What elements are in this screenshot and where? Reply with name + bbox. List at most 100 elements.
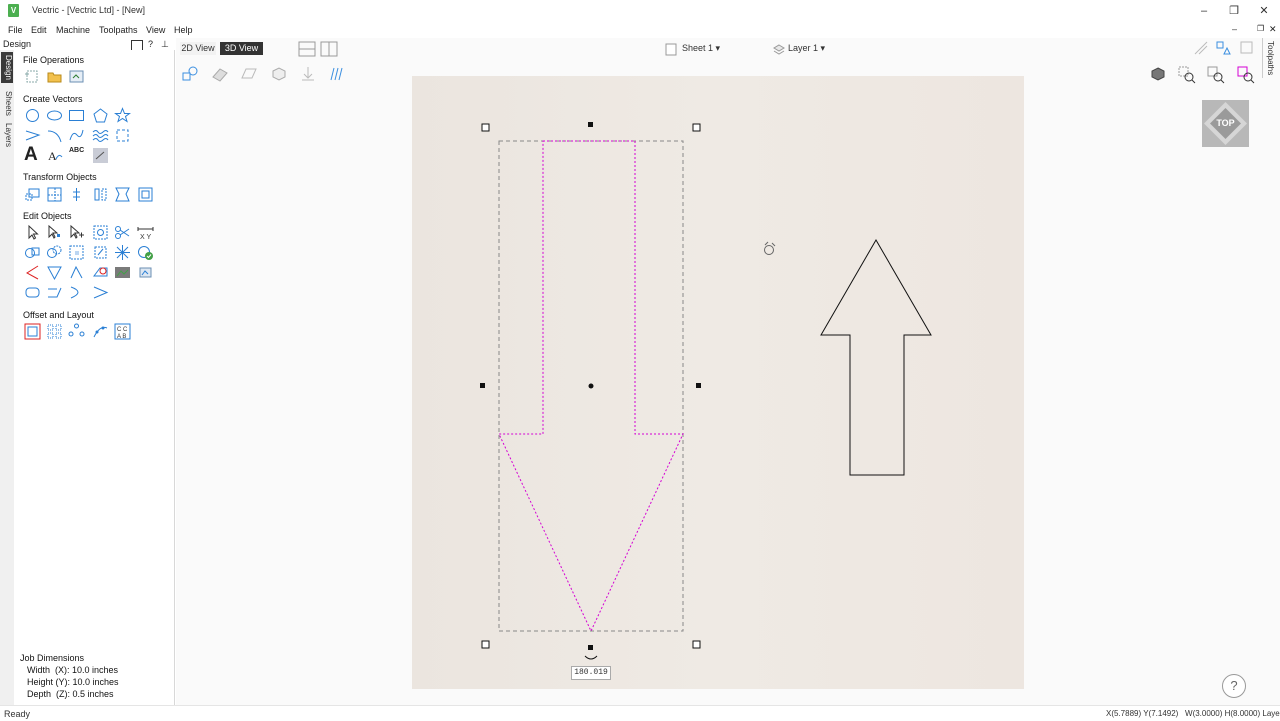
nesting-icon[interactable]: C CA B [114, 323, 131, 340]
tab-design[interactable]: Design [1, 52, 13, 83]
scale-object-icon[interactable] [68, 186, 85, 203]
draw-star-icon[interactable] [114, 107, 131, 124]
rounded-rect-icon[interactable] [24, 284, 41, 301]
draw-ellipse-icon[interactable] [46, 107, 63, 124]
smart-snap-icon[interactable] [114, 244, 131, 261]
interactive-trim-icon[interactable] [92, 224, 109, 241]
dimension-tool-icon[interactable] [92, 147, 109, 164]
text-arc-icon[interactable]: ABC [69, 147, 84, 154]
menu-help[interactable]: Help [174, 25, 193, 35]
close-vector-icon[interactable] [46, 264, 63, 281]
draw-text-icon[interactable]: A [24, 144, 38, 166]
new-file-icon[interactable] [24, 68, 41, 85]
job-height: Height (Y): 10.0 inches [27, 677, 119, 687]
draw-curve-icon[interactable] [68, 127, 85, 144]
rulers-icon[interactable] [1240, 40, 1254, 56]
align-object-icon[interactable] [46, 186, 63, 203]
draw-polygon-icon[interactable] [92, 107, 109, 124]
scissors-trim-icon[interactable] [114, 224, 131, 241]
vectors-select-icon[interactable] [181, 65, 199, 83]
mirror-object-icon[interactable] [114, 186, 131, 203]
node-edit-icon[interactable] [46, 224, 63, 241]
move-object-icon[interactable] [24, 186, 41, 203]
tab-2d-view[interactable]: 2D View [180, 42, 216, 55]
section-edit-objects: Edit Objects [23, 211, 72, 221]
rotate-object-icon[interactable] [92, 186, 109, 203]
drawing-area[interactable] [176, 38, 1280, 705]
tab-sheets[interactable]: Sheets [1, 88, 13, 119]
panel-help-icon[interactable]: ? [148, 39, 153, 49]
join-vectors-icon[interactable] [68, 264, 85, 281]
measure-tool-icon[interactable]: X Y [137, 224, 154, 241]
toolpaths-side-tab[interactable]: Toolpaths [1262, 38, 1275, 88]
toolpath-preview-icon[interactable] [328, 65, 346, 83]
sheet-selector[interactable]: Sheet 1 ▾ [682, 43, 720, 54]
offset-vectors-icon[interactable] [24, 323, 41, 340]
view-cube-icon[interactable] [1150, 66, 1166, 82]
curve-fit-icon[interactable] [92, 264, 109, 281]
draw-wave-icon[interactable] [92, 127, 109, 144]
draw-polyline-icon[interactable] [24, 127, 41, 144]
sheet-selector-label: Sheet 1 [682, 43, 714, 53]
subtract-vectors-icon[interactable] [46, 244, 63, 261]
copy-along-vector-icon[interactable] [92, 323, 109, 340]
section-file-operations: File Operations [23, 55, 85, 65]
menu-edit[interactable]: Edit [31, 25, 47, 35]
text-on-curve-icon[interactable]: A [46, 147, 63, 164]
split-vertical-icon[interactable] [320, 41, 338, 57]
intersect-vectors-icon[interactable] [68, 244, 85, 261]
rotation-angle-input[interactable]: 180.019 [571, 666, 611, 680]
draw-arc-icon[interactable] [46, 127, 63, 144]
draw-bracket-icon[interactable] [114, 127, 131, 144]
material-icon[interactable] [211, 65, 229, 83]
menu-toolpaths[interactable]: Toolpaths [99, 25, 138, 35]
open-file-icon[interactable] [46, 68, 63, 85]
menu-file[interactable]: File [8, 25, 23, 35]
tab-layers[interactable]: Layers [1, 120, 13, 150]
help-button[interactable]: ? [1222, 674, 1246, 698]
fillet-icon[interactable] [92, 244, 109, 261]
doc-minimize-button[interactable]: – [1232, 24, 1237, 34]
bitmap-edit-icon[interactable] [137, 264, 154, 281]
distort-object-icon[interactable] [137, 186, 154, 203]
trace-bitmap-icon[interactable] [114, 264, 131, 281]
model-icon[interactable] [270, 65, 288, 83]
corner-icon[interactable] [92, 284, 109, 301]
draw-circle-icon[interactable] [24, 107, 41, 124]
offset-path-icon[interactable] [46, 284, 63, 301]
plane-icon[interactable] [240, 65, 258, 83]
tab-3d-view[interactable]: 3D View [220, 42, 263, 55]
select-tool-icon[interactable] [24, 224, 41, 241]
close-button[interactable]: ✕ [1248, 2, 1280, 20]
validate-vectors-icon[interactable] [137, 244, 154, 261]
zoom-box-icon[interactable] [1178, 66, 1196, 84]
restore-button[interactable]: ❐ [1218, 2, 1250, 20]
transform-mode-icon[interactable] [68, 224, 85, 241]
import-icon[interactable] [68, 68, 85, 85]
section-create-vectors: Create Vectors [23, 94, 83, 104]
layer-selector[interactable]: Layer 1 ▾ [788, 43, 825, 54]
minimize-button[interactable]: – [1188, 2, 1220, 20]
zoom-selection-icon[interactable] [1237, 66, 1255, 84]
section-offset-layout: Offset and Layout [23, 310, 94, 320]
array-copy-icon[interactable] [46, 323, 63, 340]
svg-text:A: A [48, 149, 57, 163]
panel-pin-icon[interactable]: ⊥ [161, 39, 169, 50]
tool-down-icon[interactable] [299, 65, 317, 83]
extend-vector-icon[interactable] [24, 264, 41, 281]
menu-view[interactable]: View [146, 25, 165, 35]
menu-machine[interactable]: Machine [56, 25, 90, 35]
doc-close-button[interactable]: ✕ [1269, 24, 1277, 35]
doc-restore-button[interactable]: ❐ [1257, 24, 1264, 33]
snap-icon[interactable] [1193, 40, 1209, 56]
circular-array-icon[interactable] [68, 323, 85, 340]
split-horizontal-icon[interactable] [298, 41, 316, 57]
zoom-extents-icon[interactable] [1207, 66, 1225, 84]
job-depth: Depth (Z): 0.5 inches [27, 689, 114, 699]
status-text: Ready [4, 709, 31, 719]
smooth-curve-icon[interactable] [68, 284, 85, 301]
draw-rectangle-icon[interactable] [68, 107, 85, 124]
job-dimensions-title: Job Dimensions [20, 653, 85, 663]
weld-vectors-icon[interactable] [24, 244, 41, 261]
layer-mode-icon[interactable] [1215, 40, 1231, 56]
